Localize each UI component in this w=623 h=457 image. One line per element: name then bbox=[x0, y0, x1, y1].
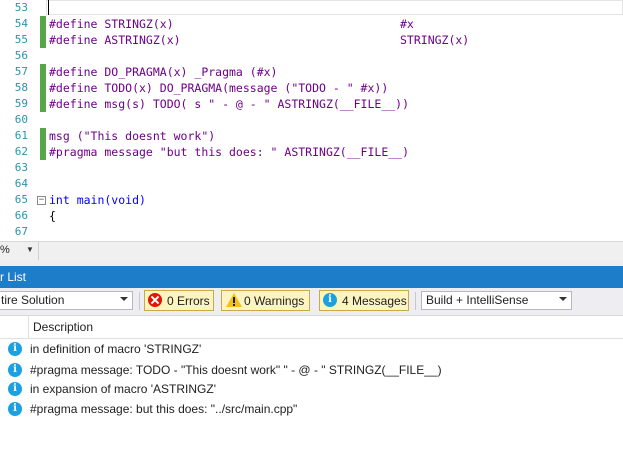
change-marker bbox=[40, 128, 46, 160]
horizontal-scrollbar[interactable] bbox=[38, 242, 623, 260]
line-number: 60 bbox=[14, 113, 28, 126]
code-line: { bbox=[49, 209, 56, 223]
line-number: 61 bbox=[14, 129, 28, 142]
messages-filter-button[interactable]: i 4 Messages bbox=[319, 290, 409, 311]
scope-dropdown[interactable]: tire Solution bbox=[0, 291, 133, 310]
line-number: 66 bbox=[14, 209, 28, 222]
code-line: #define ASTRINGZ(x) bbox=[49, 33, 181, 47]
toolbar-separator bbox=[415, 292, 416, 310]
message-text: in definition of macro 'STRINGZ' bbox=[30, 342, 202, 356]
code-line: #define TODO(x) DO_PRAGMA(message ("TODO… bbox=[49, 81, 389, 95]
list-item[interactable]: i in definition of macro 'STRINGZ' bbox=[0, 339, 623, 360]
message-text: #pragma message: TODO - "This doesnt wor… bbox=[30, 363, 442, 377]
build-filter-dropdown[interactable]: Build + IntelliSense bbox=[421, 291, 572, 310]
info-icon: i bbox=[323, 293, 337, 307]
chevron-down-icon[interactable]: ▼ bbox=[26, 245, 34, 254]
list-item[interactable]: i in expansion of macro 'ASTRINGZ' bbox=[0, 379, 623, 400]
editor-status-bar: % ▼ bbox=[0, 241, 623, 260]
code-line-continuation: STRINGZ(x) bbox=[400, 33, 470, 47]
list-item[interactable]: i #pragma message: TODO - "This doesnt w… bbox=[0, 360, 623, 381]
info-icon: i bbox=[8, 402, 22, 416]
code-line: #define msg(s) TODO( s " - @ - " ASTRING… bbox=[49, 97, 410, 111]
scope-value: tire Solution bbox=[1, 293, 65, 307]
errors-filter-button[interactable]: 0 Errors bbox=[144, 290, 214, 311]
message-text: #pragma message: but this does: "../src/… bbox=[30, 402, 298, 416]
list-item[interactable]: i #pragma message: but this does: "../sr… bbox=[0, 399, 623, 420]
line-number: 59 bbox=[14, 97, 28, 110]
warnings-filter-button[interactable]: 0 Warnings bbox=[221, 290, 310, 311]
info-icon: i bbox=[8, 342, 22, 356]
line-number: 53 bbox=[14, 1, 28, 14]
line-number: 67 bbox=[14, 225, 28, 238]
line-number: 63 bbox=[14, 161, 28, 174]
code-editor[interactable]: 53 54 55 56 57 58 59 60 61 62 63 64 65 6… bbox=[0, 0, 623, 240]
error-list-header: Description bbox=[0, 316, 623, 339]
line-number: 55 bbox=[14, 33, 28, 46]
column-header-description[interactable]: Description bbox=[33, 320, 93, 334]
change-marker bbox=[40, 16, 46, 48]
error-list-title-bar: r List bbox=[0, 266, 623, 288]
chevron-down-icon bbox=[120, 297, 128, 301]
warnings-filter-label: 0 Warnings bbox=[244, 294, 305, 308]
error-list-toolbar: tire Solution 0 Errors 0 Warnings i 4 Me… bbox=[0, 288, 623, 316]
messages-filter-label: 4 Messages bbox=[342, 294, 407, 308]
line-number: 64 bbox=[14, 177, 28, 190]
build-filter-value: Build + IntelliSense bbox=[426, 293, 529, 307]
code-line: #define DO_PRAGMA(x) _Pragma (#x) bbox=[49, 65, 278, 79]
change-marker bbox=[40, 64, 46, 112]
code-line: #define STRINGZ(x) bbox=[49, 17, 174, 31]
line-number: 54 bbox=[14, 17, 28, 30]
text-caret bbox=[48, 0, 49, 15]
code-line: msg ("This doesnt work") bbox=[49, 129, 216, 143]
line-number: 57 bbox=[14, 65, 28, 78]
chevron-down-icon bbox=[559, 297, 567, 301]
line-number: 56 bbox=[14, 49, 28, 62]
errors-filter-label: 0 Errors bbox=[167, 294, 210, 308]
toolbar-separator bbox=[139, 292, 140, 310]
message-text: in expansion of macro 'ASTRINGZ' bbox=[30, 382, 216, 396]
panel-title: r List bbox=[0, 270, 27, 284]
line-number: 58 bbox=[14, 81, 28, 94]
code-line: #pragma message "but this does: " ASTRIN… bbox=[49, 145, 410, 159]
zoom-level[interactable]: % bbox=[0, 244, 10, 256]
code-line: int main(void) bbox=[49, 193, 146, 207]
column-header-icon[interactable] bbox=[0, 316, 29, 338]
code-line-continuation: #x bbox=[400, 17, 414, 31]
line-number: 65 bbox=[14, 193, 28, 206]
collapse-toggle[interactable]: − bbox=[37, 196, 46, 205]
info-icon: i bbox=[8, 382, 22, 396]
current-line-highlight bbox=[46, 0, 623, 15]
info-icon: i bbox=[8, 363, 22, 377]
error-icon bbox=[148, 293, 162, 307]
line-number: 62 bbox=[14, 145, 28, 158]
